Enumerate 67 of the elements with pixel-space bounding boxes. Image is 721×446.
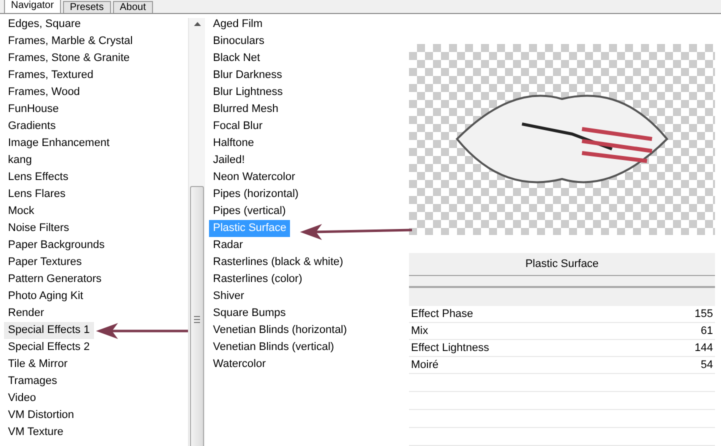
category-item[interactable]: VM Distortion <box>4 407 78 424</box>
filter-item[interactable]: Rasterlines (color) <box>209 271 306 288</box>
category-item[interactable]: VM Texture <box>4 424 68 441</box>
parameter-row[interactable]: Moiré 54 <box>409 356 715 374</box>
category-item[interactable]: Image Enhancement <box>4 135 114 152</box>
filter-item[interactable]: Rasterlines (black & white) <box>209 254 348 271</box>
up-arrow-icon[interactable] <box>194 22 200 26</box>
filter-item[interactable]: Pipes (vertical) <box>209 203 290 220</box>
scrollbar-thumb[interactable] <box>190 186 204 446</box>
category-item[interactable]: Lens Effects <box>4 169 72 186</box>
category-item[interactable]: Frames, Stone & Granite <box>4 50 134 67</box>
parameter-value: 155 <box>694 308 713 320</box>
category-item[interactable]: Photo Aging Kit <box>4 288 88 305</box>
filter-item[interactable]: Blurred Mesh <box>209 101 282 118</box>
category-item[interactable]: Pattern Generators <box>4 271 106 288</box>
category-item[interactable]: Tramages <box>4 373 62 390</box>
parameter-name: Mix <box>411 324 428 337</box>
filter-item[interactable]: Blur Darkness <box>209 67 286 84</box>
category-item[interactable]: Frames, Marble & Crystal <box>4 33 137 50</box>
scrollbar[interactable] <box>188 18 205 446</box>
category-item[interactable]: Gradients <box>4 118 60 135</box>
category-item[interactable]: Lens Flares <box>4 186 70 203</box>
filter-item[interactable]: Square Bumps <box>209 305 290 322</box>
category-item[interactable]: Noise Filters <box>4 220 74 237</box>
category-item[interactable]: Paper Backgrounds <box>4 237 109 254</box>
filter-item[interactable]: Blur Lightness <box>209 84 287 101</box>
filter-item[interactable]: Watercolor <box>209 356 270 373</box>
category-item[interactable]: Edges, Square <box>4 16 85 33</box>
category-item[interactable]: kang <box>4 152 36 169</box>
filter-item[interactable]: Halftone <box>209 135 258 152</box>
category-item[interactable]: Frames, Textured <box>4 67 98 84</box>
category-item[interactable]: Tile & Mirror <box>4 356 72 373</box>
filter-item[interactable]: Jailed! <box>209 152 249 169</box>
parameter-name: Effect Phase <box>411 308 474 320</box>
filter-item[interactable]: Black Net <box>209 50 264 67</box>
filter-item[interactable]: Shiver <box>209 288 248 305</box>
parameter-value: 61 <box>700 324 713 337</box>
parameter-name: Effect Lightness <box>411 342 490 354</box>
parameter-name: Moiré <box>411 359 439 371</box>
filter-item[interactable]: Focal Blur <box>209 118 267 135</box>
filter-item[interactable]: Aged Film <box>209 16 267 33</box>
parameter-row[interactable]: Mix 61 <box>409 322 715 340</box>
category-item[interactable]: FunHouse <box>4 101 63 118</box>
filter-item[interactable]: Neon Watercolor <box>209 169 300 186</box>
filter-item[interactable]: Venetian Blinds (horizontal) <box>209 322 351 339</box>
parameter-row[interactable]: Effect Lightness 144 <box>409 340 715 357</box>
tab[interactable]: Presets <box>62 1 111 13</box>
filter-item[interactable]: Venetian Blinds (vertical) <box>209 339 338 356</box>
filter-item[interactable]: Radar <box>209 237 247 254</box>
arrow-icon <box>300 223 412 241</box>
parameter-value: 54 <box>700 359 713 371</box>
category-item[interactable]: Render <box>4 305 48 322</box>
category-item[interactable]: Frames, Wood <box>4 84 84 101</box>
tab[interactable]: About <box>112 1 153 13</box>
grip-icon <box>194 316 200 323</box>
filter-item[interactable]: Binoculars <box>209 33 268 50</box>
category-item[interactable]: Video <box>4 390 40 407</box>
parameter-row[interactable]: Effect Phase 155 <box>409 306 715 323</box>
category-item[interactable]: Mock <box>4 203 38 220</box>
category-item[interactable]: Special Effects 2 <box>4 339 94 356</box>
category-item[interactable]: Paper Textures <box>4 254 86 271</box>
parameter-value: 144 <box>694 342 713 354</box>
category-item[interactable]: Special Effects 1 <box>4 322 94 339</box>
filter-item[interactable]: Pipes (horizontal) <box>209 186 303 203</box>
tab[interactable]: Navigator <box>4 0 61 13</box>
arrow-icon <box>96 322 188 340</box>
filter-title: Plastic Surface <box>524 256 600 272</box>
